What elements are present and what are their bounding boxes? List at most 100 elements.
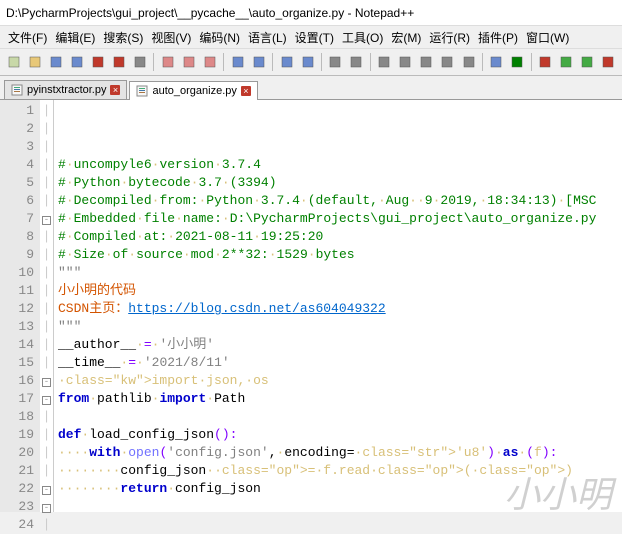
rec-icon [538,55,552,69]
comment-icon [510,55,524,69]
code-line[interactable]: ····with·open('config.json',·encoding=·c… [58,444,618,462]
fold-marker[interactable]: - [40,372,53,390]
code-area[interactable]: 小小明 #·uncompyle6·version·3.7.4#·Python·b… [54,100,622,512]
indent-button[interactable] [417,52,436,72]
code-line[interactable] [58,498,618,512]
title-bar: D:\PycharmProjects\gui_project\__pycache… [0,0,622,26]
fold-marker: | [40,228,53,246]
fold-button[interactable] [438,52,457,72]
rec-button[interactable] [536,52,555,72]
undo-button[interactable] [228,52,247,72]
menu-item[interactable]: 宏(M) [387,29,425,46]
fold-marker[interactable]: - [40,480,53,498]
copy-button[interactable] [179,52,198,72]
close-icon [91,55,105,69]
editor: 123456789101112131415161718192021222324 … [0,100,622,512]
code-line[interactable]: ·class="kw">import·json,·os [58,372,618,390]
func-button[interactable] [487,52,506,72]
open-button[interactable] [25,52,44,72]
line-number: 12 [2,300,34,318]
menu-item[interactable]: 编辑(E) [51,29,99,46]
menu-item[interactable]: 运行(R) [425,29,474,46]
open-icon [28,55,42,69]
fold-marker: | [40,246,53,264]
line-number: 22 [2,480,34,498]
redo-button[interactable] [249,52,268,72]
toolbar-separator [153,53,154,71]
menu-item[interactable]: 视图(V) [147,29,195,46]
menu-item[interactable]: 文件(F) [4,29,51,46]
line-number: 15 [2,354,34,372]
wrap-button[interactable] [375,52,394,72]
code-line[interactable]: #·Compiled·at:·2021-08-11·19:25:20 [58,228,618,246]
line-number: 14 [2,336,34,354]
closeall-icon [112,55,126,69]
fold-marker[interactable]: - [40,498,53,516]
menu-item[interactable]: 插件(P) [474,29,522,46]
code-line[interactable]: __author__·=·'小小明' [58,336,618,354]
code-line[interactable]: 小小明的代码 [58,282,618,300]
code-line[interactable]: def·load_config_json(): [58,426,618,444]
code-line[interactable]: #·uncompyle6·version·3.7.4 [58,156,618,174]
tab-close-icon[interactable]: × [241,86,251,96]
new-button[interactable] [4,52,23,72]
code-line[interactable]: """ [58,318,618,336]
tab-close-icon[interactable]: × [110,85,120,95]
close-button[interactable] [88,52,107,72]
code-line[interactable]: ········return·config_json [58,480,618,498]
tab-1[interactable]: auto_organize.py× [129,81,257,100]
copy-icon [182,55,196,69]
playm-button[interactable] [578,52,597,72]
fold-marker: | [40,408,53,426]
code-line[interactable]: __time__·=·'2021/8/11' [58,354,618,372]
save-button[interactable] [46,52,65,72]
line-number: 18 [2,408,34,426]
code-line[interactable]: #·Size·of·source·mod·2**32:·1529·bytes [58,246,618,264]
wrap-icon [377,55,391,69]
print-button[interactable] [130,52,149,72]
closeall-button[interactable] [109,52,128,72]
menu-item[interactable]: 编码(N) [195,29,244,46]
fold-marker: | [40,156,53,174]
menu-item[interactable]: 工具(O) [338,29,387,46]
comment-button[interactable] [508,52,527,72]
code-line[interactable]: #·Python·bytecode·3.7·(3394) [58,174,618,192]
play-button[interactable] [557,52,576,72]
indent-icon [419,55,433,69]
tab-0[interactable]: pyinstxtractor.py× [4,80,127,99]
menu-bar: 文件(F)编辑(E)搜索(S)视图(V)编码(N)语言(L)设置(T)工具(O)… [0,26,622,48]
code-line[interactable] [58,408,618,426]
line-number: 8 [2,228,34,246]
allchars-button[interactable] [396,52,415,72]
line-number: 1 [2,102,34,120]
toolbar [0,48,622,76]
fold-marker: | [40,192,53,210]
code-line[interactable]: from·pathlib·import·Path [58,390,618,408]
fold-marker[interactable]: - [40,390,53,408]
code-line[interactable]: ········config_json··class="op">=·f.read… [58,462,618,480]
code-line[interactable]: """ [58,264,618,282]
stop-button[interactable] [599,52,618,72]
saveall-button[interactable] [67,52,86,72]
zoomin-button[interactable] [326,52,345,72]
line-number: 21 [2,462,34,480]
paste-button[interactable] [200,52,219,72]
zoomout-button[interactable] [347,52,366,72]
code-line[interactable]: CSDN主页：https://blog.csdn.net/as604049322 [58,300,618,318]
find-button[interactable] [277,52,296,72]
line-number: 4 [2,156,34,174]
code-line[interactable]: #·Embedded·file·name:·D:\PycharmProjects… [58,210,618,228]
line-number: 10 [2,264,34,282]
menu-item[interactable]: 搜索(S) [99,29,147,46]
unfold-button[interactable] [459,52,478,72]
cut-button[interactable] [158,52,177,72]
fold-marker[interactable]: - [40,210,53,228]
menu-item[interactable]: 窗口(W) [522,29,573,46]
replace-button[interactable] [298,52,317,72]
menu-item[interactable]: 设置(T) [291,29,338,46]
play-icon [559,55,573,69]
menu-item[interactable]: 语言(L) [244,29,291,46]
toolbar-separator [321,53,322,71]
stop-icon [601,55,615,69]
code-line[interactable]: #·Decompiled·from:·Python·3.7.4·(default… [58,192,618,210]
